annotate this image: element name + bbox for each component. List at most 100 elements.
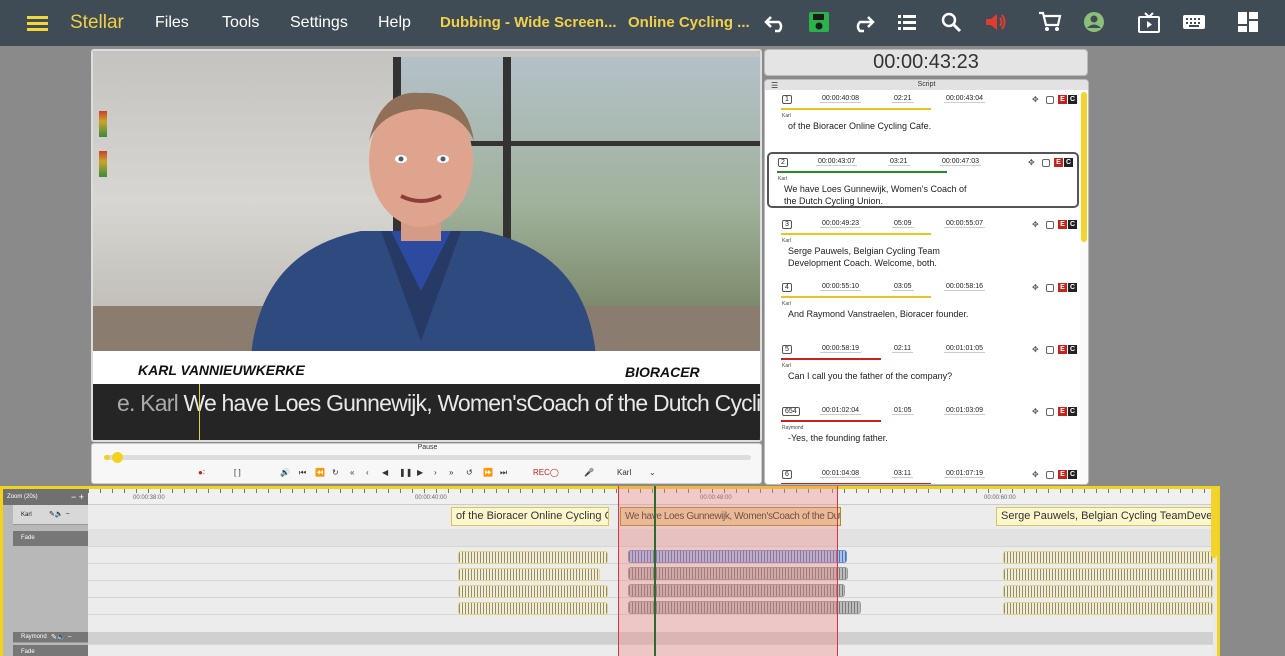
waveform[interactable] [1003,585,1213,598]
time-out[interactable]: 00:00:43:04 [944,95,985,103]
target-icon[interactable]: ✥ [1032,95,1039,104]
waveform[interactable] [1003,568,1213,581]
time-out[interactable]: 00:00:58:16 [944,283,985,291]
edit-icon[interactable]: E [1058,470,1067,479]
line-checkbox[interactable] [1042,159,1050,167]
save-icon[interactable] [808,0,830,46]
scrub-bar[interactable] [104,452,751,463]
line-checkbox[interactable] [1046,284,1054,292]
time-in[interactable]: 00:00:55:10 [820,283,861,291]
script-scrollbar[interactable] [1080,90,1088,484]
zoom-buttons[interactable]: − + [71,489,84,505]
line-checkbox[interactable] [1046,408,1054,416]
menu-help[interactable]: Help [378,0,411,46]
edit-icon[interactable]: E [1054,158,1063,167]
script-scroll-thumb[interactable] [1081,92,1087,242]
track-edit-icon[interactable]: ✎🔈 − [49,505,70,525]
redo-icon[interactable] [850,0,876,46]
time-in[interactable]: 00:00:49:23 [820,220,861,228]
dashboard-icon[interactable] [1237,0,1259,46]
script-line[interactable]: 2 00:00:43:07 03:21 00:00:47:03 ✥ E C Karl We ha… [767,152,1079,208]
project-tab-online-cycling[interactable]: Online Cycling ... [628,0,750,46]
duration[interactable]: 02:11 [892,345,913,353]
loop-forward-icon[interactable]: ↺ [466,468,473,477]
frame-back-icon[interactable]: ◀ [382,468,388,477]
waveform[interactable] [1003,602,1213,615]
edit-icon[interactable]: E [1058,345,1067,354]
edit-icon[interactable]: E [1058,95,1067,104]
pause-icon[interactable]: ❚❚ [399,468,412,477]
edit-icon[interactable]: E [1058,283,1067,292]
user-icon[interactable] [1083,0,1105,46]
line-text[interactable]: And Raymond Vanstraelen, Bioracer founde… [788,308,978,320]
undo-icon[interactable] [763,0,789,46]
script-line[interactable]: 654 00:01:02:04 01:05 00:01:03:09 ✥ E C Raymond… [773,403,1079,459]
time-out[interactable]: 00:01:01:05 [944,345,985,353]
playback-region[interactable] [618,486,838,656]
video-player[interactable]: KARL VANNIEUWKERKE BIORACER e. Karl We h… [91,49,762,442]
search-icon[interactable] [940,0,962,46]
cart-icon[interactable] [1038,0,1062,46]
microphone-icon[interactable]: 🎤 [584,468,594,477]
duration[interactable]: 03:05 [892,283,914,291]
target-icon[interactable]: ✥ [1032,407,1039,416]
line-checkbox[interactable] [1046,346,1054,354]
hamburger-menu-icon[interactable] [27,0,49,46]
duration[interactable]: 03:11 [892,470,913,478]
close-caption-icon[interactable]: C [1068,345,1077,354]
script-line[interactable]: 6 00:01:04:08 03:11 00:01:07:19 ✥ E C [773,466,1079,484]
menu-settings[interactable]: Settings [290,0,348,46]
waveform[interactable] [1003,551,1213,564]
line-text[interactable]: We have Loes Gunnewijk, Women's Coach of… [784,183,974,207]
menu-tools[interactable]: Tools [222,0,259,46]
timeline-scrollbar[interactable] [1211,488,1217,558]
track-fade-karl[interactable]: Fade [13,531,88,546]
duration[interactable]: 02:21 [892,95,914,103]
target-icon[interactable]: ✥ [1028,158,1035,167]
track-header-karl[interactable]: Karl ✎🔈 − [13,505,88,525]
time-in[interactable]: 00:01:02:04 [820,407,861,415]
volume-icon[interactable] [984,0,1008,46]
skip-end-icon[interactable]: ⏭ [500,468,507,478]
waveform[interactable] [458,602,608,615]
time-in[interactable]: 00:01:04:08 [820,470,861,478]
play-icon[interactable]: ▶ [417,468,423,477]
time-in[interactable]: 00:00:58:19 [820,345,861,353]
keyboard-icon[interactable] [1182,0,1206,46]
target-icon[interactable]: ✥ [1032,470,1039,479]
close-caption-icon[interactable]: C [1068,220,1077,229]
time-out[interactable]: 00:00:47:03 [940,158,981,166]
tv-icon[interactable] [1137,0,1161,46]
waveform[interactable] [458,568,600,581]
scrub-handle[interactable] [112,452,123,463]
rewind-fast-icon[interactable]: ⏪ [315,468,325,477]
rewind-icon[interactable]: « [350,468,354,477]
line-checkbox[interactable] [1046,471,1054,479]
track-edit-icon-raymond[interactable]: ✎🔈 − [51,632,72,643]
close-caption-icon[interactable]: C [1068,470,1077,479]
mark-brackets[interactable]: [ ] [234,468,241,477]
edit-icon[interactable]: E [1058,220,1067,229]
skip-start-icon[interactable]: ⏮ [299,468,306,478]
line-text[interactable]: of the Bioracer Online Cycling Cafe. [788,120,978,132]
script-menu-icon[interactable]: ☰ [771,81,778,91]
playhead[interactable] [654,486,656,656]
duration[interactable]: 03:21 [888,158,910,166]
line-checkbox[interactable] [1046,221,1054,229]
script-line[interactable]: 5 00:00:58:19 02:11 00:01:01:05 ✥ E C Karl Can I… [773,341,1079,397]
step-back-icon[interactable]: ‹ [366,468,369,477]
line-text[interactable]: -Yes, the founding father. [788,432,978,444]
step-forward-icon[interactable]: › [434,468,437,477]
project-tab-dubbing[interactable]: Dubbing - Wide Screen... [440,0,617,46]
edit-icon[interactable]: E [1058,407,1067,416]
time-in[interactable]: 00:00:43:07 [816,158,857,166]
menu-files[interactable]: Files [155,0,189,46]
target-icon[interactable]: ✥ [1032,220,1039,229]
timeline-zoom[interactable]: Zoom (20s) − + [3,489,88,505]
duration[interactable]: 01:05 [892,407,914,415]
waveform[interactable] [458,585,608,598]
duration[interactable]: 05:09 [892,220,914,228]
forward-fast-icon[interactable]: ⏩ [483,468,493,477]
speaker-record-icon[interactable]: ●∶ [198,468,205,477]
close-caption-icon[interactable]: C [1068,407,1077,416]
